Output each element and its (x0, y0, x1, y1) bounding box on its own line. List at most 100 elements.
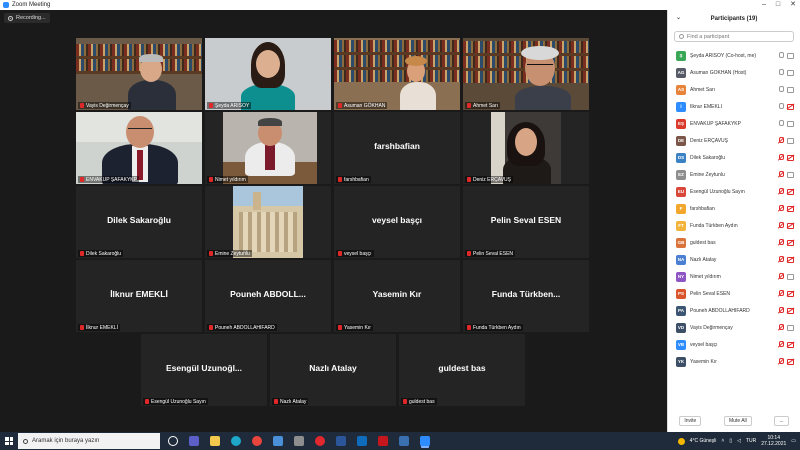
collapse-chevron-icon[interactable]: ⌄ (676, 14, 681, 21)
camera-icon[interactable] (787, 53, 794, 59)
mic-muted-icon[interactable] (778, 324, 784, 330)
taskbar-search[interactable]: Aramak için buraya yazın (18, 433, 160, 449)
participant-tile[interactable]: Esengül Uzunoğl... Esengül Uzunoğlu Sayın (141, 334, 267, 406)
camera-icon[interactable] (787, 325, 794, 331)
camera-off-icon[interactable] (787, 342, 794, 348)
participant-tile[interactable]: Şeyda ARISOY (205, 38, 331, 110)
participant-tile[interactable]: Nazlı Atalay Nazlı Atalay (270, 334, 396, 406)
participant-tile[interactable]: veysel başçı veysel başçı (334, 186, 460, 258)
camera-icon[interactable] (787, 121, 794, 127)
participant-row[interactable]: Ffarshbafian (668, 200, 800, 217)
camera-icon[interactable] (787, 138, 794, 144)
chrome-icon[interactable] (252, 436, 262, 446)
minimize-button[interactable]: – (762, 1, 766, 9)
control-panel-icon[interactable] (273, 436, 283, 446)
mic-muted-icon[interactable] (778, 171, 784, 177)
participant-row[interactable]: Ş Şeyda ARISOY (Co-host, me) (668, 47, 800, 64)
camera-icon[interactable] (787, 87, 794, 93)
notification-icon[interactable]: ▭ (791, 438, 796, 444)
mic-muted-icon[interactable] (778, 273, 784, 279)
participant-tile[interactable]: Vayis Değirmençay (76, 38, 202, 110)
camera-off-icon[interactable] (787, 359, 794, 365)
recording-indicator[interactable]: Recording... (4, 13, 50, 23)
participant-row[interactable]: DE Deniz ERÇAVUŞ (668, 132, 800, 149)
participant-row[interactable]: VB veysel başçı (668, 336, 800, 353)
opera-icon[interactable] (315, 436, 325, 446)
camera-off-icon[interactable] (787, 206, 794, 212)
more-options-button[interactable]: ... (774, 416, 789, 426)
tray-arrow-icon[interactable]: ˄ (721, 438, 724, 444)
participant-row[interactable]: AG Asuman GÖKHAN (Host) (668, 64, 800, 81)
participant-row[interactable]: EŞ ENVAKUP ŞAFAKYKP (668, 115, 800, 132)
camera-off-icon[interactable] (787, 155, 794, 161)
mic-icon[interactable] (778, 86, 784, 92)
network-icon[interactable]: ▯ (729, 438, 732, 444)
participant-tile[interactable]: Ahmet Sarı (463, 38, 589, 110)
camera-off-icon[interactable] (787, 189, 794, 195)
camera-off-icon[interactable] (787, 257, 794, 263)
mic-icon[interactable] (778, 69, 784, 75)
participant-row[interactable]: NY Nimet yıldırım (668, 268, 800, 285)
participant-row[interactable]: NA Nazlı Atalay (668, 251, 800, 268)
file-explorer-icon[interactable] (210, 436, 220, 446)
paint-icon[interactable] (399, 436, 409, 446)
media-player-icon[interactable] (294, 436, 304, 446)
participant-tile[interactable]: guldest bas guldest bas (399, 334, 525, 406)
zoom-icon[interactable] (420, 436, 430, 446)
mic-muted-icon[interactable] (778, 222, 784, 228)
task-view-icon[interactable] (168, 436, 178, 446)
mic-muted-icon[interactable] (778, 256, 784, 262)
mic-muted-icon[interactable] (778, 137, 784, 143)
mic-muted-icon[interactable] (778, 307, 784, 313)
participant-row[interactable]: EZ Emine Zeytunlu (668, 166, 800, 183)
mic-muted-icon[interactable] (778, 341, 784, 347)
volume-icon[interactable]: ◁ (737, 438, 741, 444)
participant-tile[interactable]: Dilek Sakaroğlu Dilek Sakaroğlu (76, 186, 202, 258)
participant-row[interactable]: VD Vayis Değirmençay (668, 319, 800, 336)
camera-off-icon[interactable] (787, 223, 794, 229)
participant-row[interactable]: AS Ahmet Sarı (668, 81, 800, 98)
participant-tile[interactable]: ENVAKUP ŞAFAKYKP (76, 112, 202, 184)
mic-muted-icon[interactable] (778, 290, 784, 296)
mic-icon[interactable] (778, 120, 784, 126)
participant-row[interactable]: PS Pelin Seval ESEN (668, 285, 800, 302)
participant-row[interactable]: PA Pouneh ABDOLLAHIFARD (668, 302, 800, 319)
participant-tile[interactable]: Pouneh ABDOLL... Pouneh ABDOLLAHIFARD (205, 260, 331, 332)
participant-tile[interactable]: Nimet yıldırım (205, 112, 331, 184)
participant-search-input[interactable] (687, 33, 787, 40)
participant-row[interactable]: GB guldest bas (668, 234, 800, 251)
camera-off-icon[interactable] (787, 308, 794, 314)
weather-text[interactable]: 4°C Güneşli (690, 438, 717, 444)
language-indicator[interactable]: TUR (746, 438, 756, 444)
participant-tile[interactable]: Deniz ERÇAVUŞ (463, 112, 589, 184)
mic-muted-icon[interactable] (778, 154, 784, 160)
participant-tile[interactable]: Pelin Seval ESEN Pelin Seval ESEN (463, 186, 589, 258)
participant-row[interactable]: İ İlknur EMEKLİ (668, 98, 800, 115)
camera-icon[interactable] (787, 172, 794, 178)
camera-icon[interactable] (787, 70, 794, 76)
teams-icon[interactable] (189, 436, 199, 446)
mute-all-button[interactable]: Mute All (723, 416, 752, 426)
word-icon[interactable] (336, 436, 346, 446)
participant-tile[interactable]: Emine Zeytunlu (205, 186, 331, 258)
mic-icon[interactable] (778, 103, 784, 109)
participant-tile[interactable]: İlknur EMEKLİ İlknur EMEKLİ (76, 260, 202, 332)
outlook-icon[interactable] (357, 436, 367, 446)
close-button[interactable]: ✕ (790, 1, 796, 9)
participant-tile[interactable]: Funda Türkben... Funda Türkben Aydın (463, 260, 589, 332)
maximize-button[interactable]: □ (776, 1, 780, 9)
mic-muted-icon[interactable] (778, 239, 784, 245)
mic-muted-icon[interactable] (778, 205, 784, 211)
participant-tile[interactable]: Asuman GÖKHAN (334, 38, 460, 110)
camera-icon[interactable] (787, 274, 794, 280)
camera-off-icon[interactable] (787, 291, 794, 297)
participant-tile[interactable]: farshbafian farshbafian (334, 112, 460, 184)
mic-muted-icon[interactable] (778, 358, 784, 364)
participant-row[interactable]: FT Funda Türkben Aydın (668, 217, 800, 234)
edge-icon[interactable] (231, 436, 241, 446)
clock[interactable]: 10:14 27.12.2021 (761, 435, 786, 447)
participant-row[interactable]: YK Yasemin Kır (668, 353, 800, 370)
start-button[interactable] (0, 432, 18, 450)
mic-muted-icon[interactable] (778, 188, 784, 194)
camera-off-icon[interactable] (787, 240, 794, 246)
